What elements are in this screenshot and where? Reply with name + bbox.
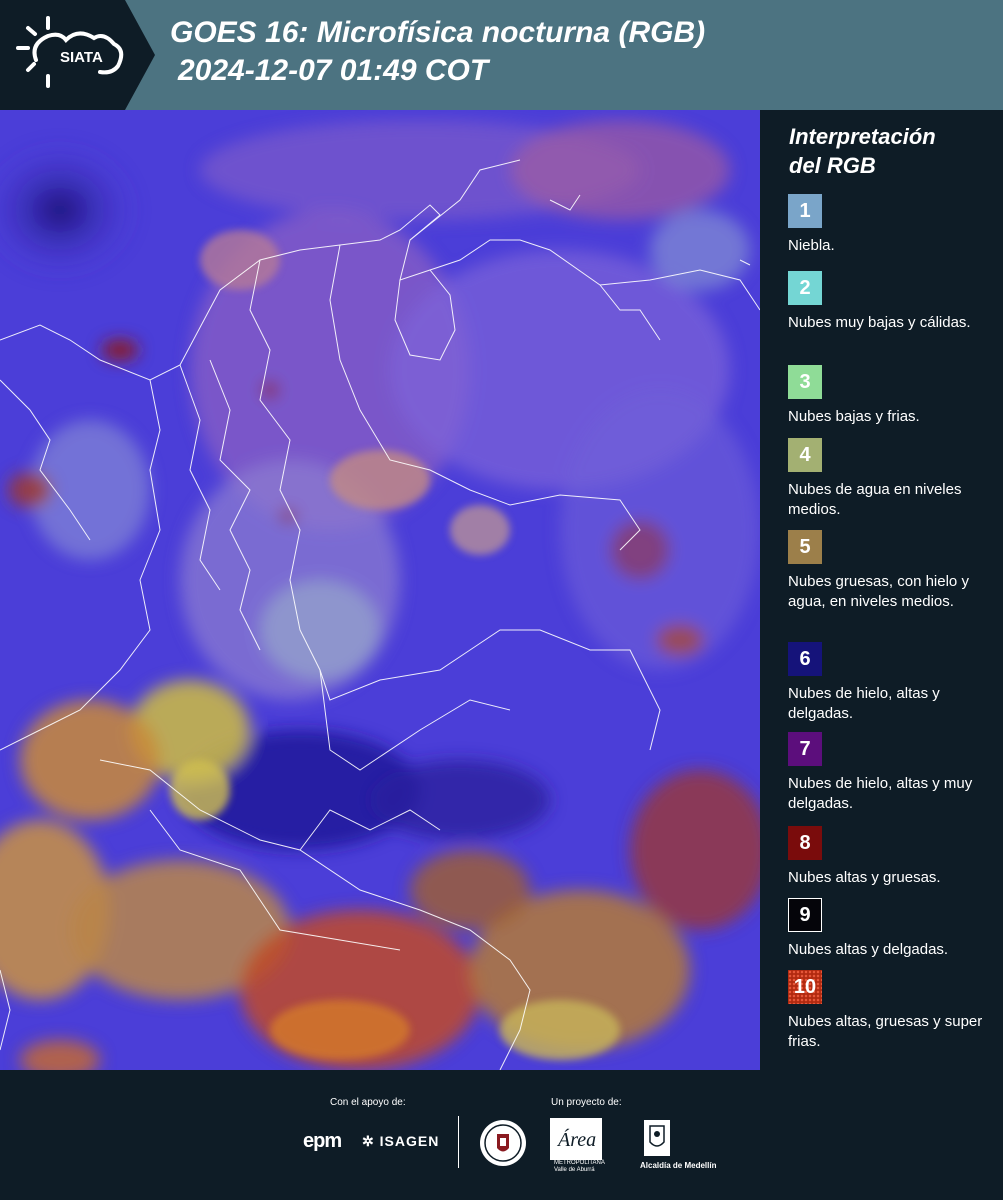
- siata-logo-icon: SIATA: [16, 16, 124, 88]
- legend-label: Nubes de hielo, altas y delgadas.: [788, 685, 940, 722]
- legend-item-4: 4 Nubes de agua en niveles medios.: [788, 438, 993, 520]
- legend-item-7: 7 Nubes de hielo, altas y muy delgadas.: [788, 732, 993, 814]
- legend-swatch: 4: [788, 438, 822, 472]
- legend-label: Nubes muy bajas y cálidas.: [788, 314, 971, 331]
- legend-item-1: 1 Niebla.: [788, 194, 993, 256]
- page-title: GOES 16: Microfísica nocturna (RGB): [170, 16, 706, 49]
- legend-label: Nubes gruesas, con hielo y agua, en nive…: [788, 573, 969, 610]
- legend-item-10: 10 Nubes altas, gruesas y super frias.: [788, 970, 993, 1052]
- legend-title-line1: Interpretación: [789, 124, 936, 149]
- legend-swatch: 2: [788, 271, 822, 305]
- legend-label: Nubes altas, gruesas y super frias.: [788, 1013, 983, 1050]
- legend-label: Niebla.: [788, 237, 835, 254]
- legend-label: Nubes de hielo, altas y muy delgadas.: [788, 775, 973, 812]
- area-caption: METROPOLITANA Valle de Aburrá: [554, 1160, 605, 1173]
- legend-label: Nubes bajas y frias.: [788, 408, 920, 425]
- legend-item-2: 2 Nubes muy bajas y cálidas.: [788, 271, 993, 333]
- university-seal-icon: [480, 1120, 526, 1166]
- medellin-shield-icon: [644, 1120, 670, 1156]
- footer: Con el apoyo de: Un proyecto de: epm ✲ I…: [0, 1070, 1003, 1200]
- legend-item-9: 9 Nubes altas y delgadas.: [788, 898, 993, 960]
- legend-swatch: 8: [788, 826, 822, 860]
- legend-item-3: 3 Nubes bajas y frias.: [788, 365, 993, 427]
- area-metropolitana-logo-icon: Área: [550, 1118, 602, 1160]
- legend-swatch: 9: [788, 898, 822, 932]
- legend-label: Nubes de agua en niveles medios.: [788, 481, 962, 518]
- header-bar: SIATA GOES 16: Microfísica nocturna (RGB…: [0, 0, 1003, 110]
- isagen-logo: ✲ ISAGEN: [362, 1133, 440, 1149]
- svg-text:Área: Área: [556, 1128, 596, 1151]
- legend-swatch: 3: [788, 365, 822, 399]
- legend-title: Interpretación del RGB: [789, 122, 989, 180]
- legend-label: Nubes altas y gruesas.: [788, 869, 941, 886]
- legend-swatch: 10: [788, 970, 822, 1004]
- legend-swatch: 1: [788, 194, 822, 228]
- legend-item-5: 5 Nubes gruesas, con hielo y agua, en ni…: [788, 530, 993, 612]
- footer-divider: [458, 1116, 459, 1168]
- project-label: Un proyecto de:: [551, 1097, 622, 1108]
- legend-panel: Interpretación del RGB 1 Niebla. 2 Nubes…: [760, 110, 1003, 1070]
- satellite-rgb-image: [0, 110, 760, 1070]
- svg-text:SIATA: SIATA: [60, 49, 103, 66]
- legend-item-6: 6 Nubes de hielo, altas y delgadas.: [788, 642, 993, 724]
- legend-swatch: 6: [788, 642, 822, 676]
- legend-swatch: 7: [788, 732, 822, 766]
- legend-title-line2: del RGB: [789, 153, 876, 178]
- legend-item-8: 8 Nubes altas y gruesas.: [788, 826, 993, 888]
- page-timestamp: 2024-12-07 01:49 COT: [178, 54, 489, 87]
- legend-swatch: 5: [788, 530, 822, 564]
- siata-logo-panel: SIATA: [0, 0, 155, 110]
- satellite-map: [0, 110, 760, 1070]
- epm-logo: epm: [303, 1130, 342, 1152]
- support-label: Con el apoyo de:: [330, 1097, 406, 1108]
- legend-label: Nubes altas y delgadas.: [788, 941, 949, 958]
- medellin-label: Alcaldía de Medellín: [640, 1161, 717, 1170]
- isagen-mark-icon: ✲: [362, 1133, 375, 1149]
